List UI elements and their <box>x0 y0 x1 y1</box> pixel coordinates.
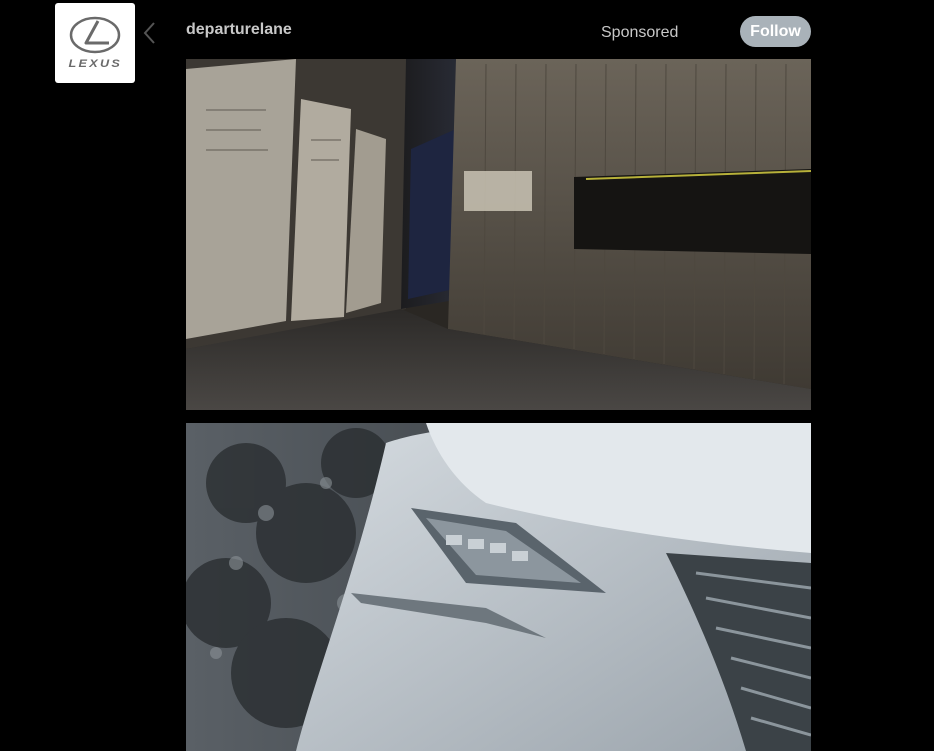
username-link[interactable]: departurelane <box>186 21 292 39</box>
chevron-left-icon[interactable] <box>140 20 160 46</box>
follow-button[interactable]: Follow <box>740 16 811 47</box>
lexus-logo-icon <box>69 16 121 54</box>
post-image-2[interactable] <box>186 423 811 751</box>
logo-text: LEXUS <box>68 58 122 70</box>
post-page: LEXUS departurelane Sponsored Follow <box>0 0 934 751</box>
avatar[interactable]: LEXUS <box>55 3 135 83</box>
car-front-image <box>186 423 811 751</box>
sponsored-label: Sponsored <box>601 24 679 41</box>
gallery-interior-image <box>186 59 811 410</box>
post-image-1[interactable] <box>186 59 811 410</box>
